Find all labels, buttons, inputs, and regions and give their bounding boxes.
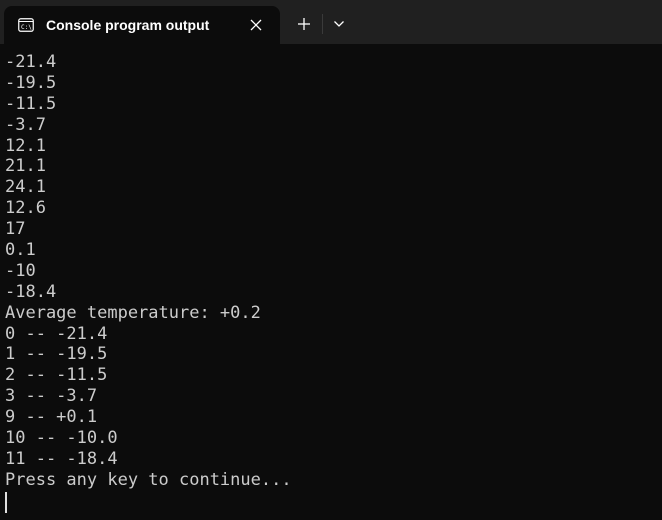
console-line: 17 (5, 219, 26, 240)
console-line: 12.6 (5, 198, 46, 219)
console-output[interactable]: -21.4 -19.5 -11.5 -3.7 12.1 21.1 24.1 12… (0, 44, 662, 520)
close-tab-button[interactable] (242, 11, 270, 39)
console-line: -21.4 (5, 52, 57, 72)
console-line: -19.5 (5, 72, 57, 93)
close-icon (250, 19, 262, 31)
console-line: 10 -- -10.0 (5, 428, 118, 449)
tab-title: Console program output (46, 17, 210, 33)
console-line: 0.1 (5, 240, 36, 261)
console-line: 2 -- -11.5 (5, 365, 108, 386)
tab-console-output[interactable]: C:\ Console program output (4, 6, 280, 44)
average-temperature-line: Average temperature: +0.2 (5, 302, 261, 323)
tab-bar: C:\ Console program output (0, 0, 662, 44)
plus-icon (298, 18, 310, 30)
console-line: 3 -- -3.7 (5, 386, 98, 407)
chevron-down-icon (334, 21, 344, 27)
console-line: 21.1 (5, 156, 46, 177)
console-line: 0 -- -21.4 (5, 323, 108, 344)
console-line: -11.5 (5, 93, 57, 114)
console-line: -18.4 (5, 281, 57, 302)
console-line: 12.1 (5, 135, 46, 156)
console-line: 11 -- -18.4 (5, 448, 118, 469)
new-tab-button[interactable] (288, 10, 320, 38)
console-line: 1 -- -19.5 (5, 344, 108, 365)
console-icon: C:\ (18, 17, 34, 33)
press-any-key-line: Press any key to continue... (5, 469, 292, 490)
console-line: -3.7 (5, 114, 46, 135)
console-line: 24.1 (5, 177, 46, 198)
terminal-window: C:\ Console program output -21.4 -19.5 -… (0, 0, 662, 520)
tab-separator (322, 14, 323, 34)
text-cursor (5, 491, 7, 513)
svg-text:C:\: C:\ (21, 24, 32, 31)
console-line: 9 -- +0.1 (5, 407, 98, 428)
profiles-dropdown-button[interactable] (325, 10, 353, 38)
console-line: -10 (5, 260, 36, 281)
